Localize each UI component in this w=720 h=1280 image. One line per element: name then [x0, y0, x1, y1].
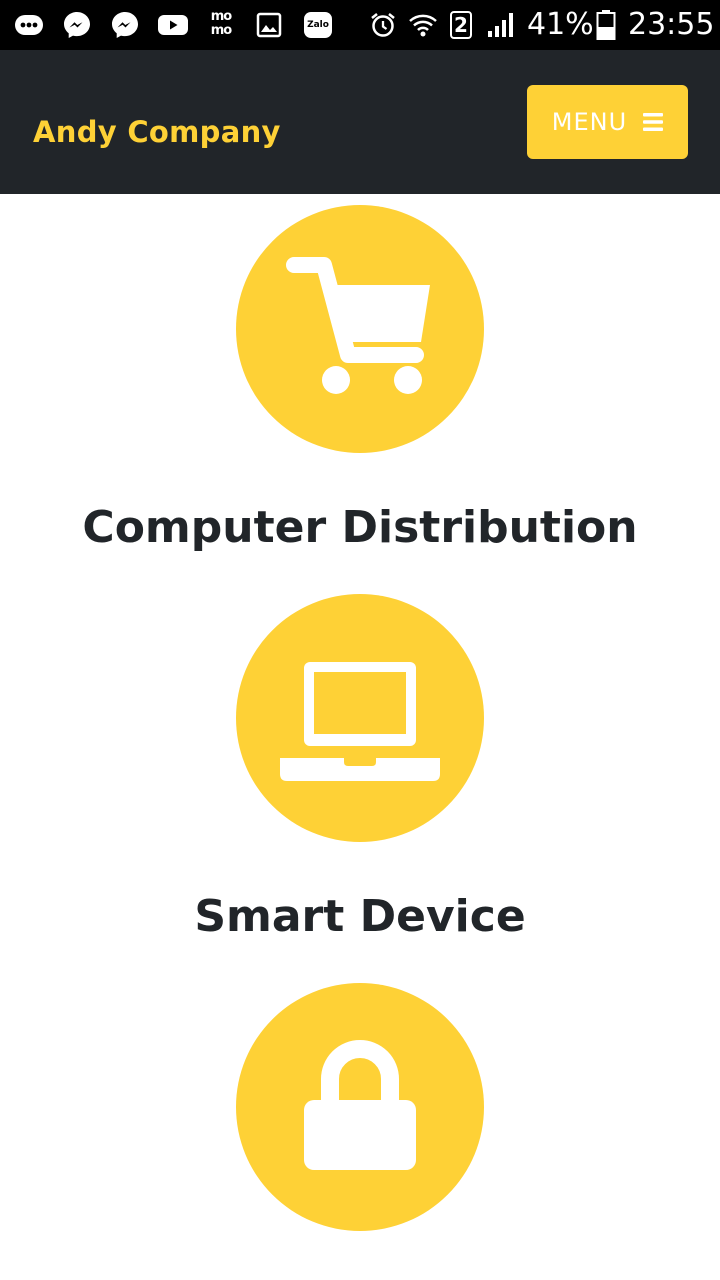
lock-icon: [304, 1040, 416, 1170]
zalo-icon: Zalo: [304, 12, 332, 38]
gallery-icon: [253, 9, 285, 41]
messenger-icon: [109, 9, 141, 41]
alarm-icon: [367, 9, 399, 41]
service-icon-circle: [236, 594, 484, 842]
laptop-icon: [280, 662, 440, 781]
service-title: Computer Distribution: [82, 502, 638, 553]
clock: 23:55: [628, 7, 715, 42]
menu-button-label: MENU: [551, 108, 628, 136]
status-bar: mo mo Zalo 2 41% 23:55: [0, 0, 720, 50]
sim-2-icon: 2: [450, 11, 472, 39]
menu-button[interactable]: MENU: [527, 85, 688, 159]
signal-icon: [485, 9, 517, 41]
battery-percent: 41%: [527, 7, 594, 42]
more-dots-icon: [13, 9, 45, 41]
battery-icon: [590, 9, 622, 41]
brand-logo-text[interactable]: Andy Company: [33, 112, 281, 152]
wifi-icon: [407, 9, 439, 41]
service-icon-circle: [236, 205, 484, 453]
bars-icon: [643, 113, 664, 131]
service-title: Smart Device: [194, 891, 526, 942]
momo-icon: mo mo: [210, 9, 232, 38]
shopping-cart-icon: [286, 257, 430, 394]
messenger-icon: [61, 9, 93, 41]
youtube-icon: [157, 9, 189, 41]
service-icon-circle: [236, 983, 484, 1231]
